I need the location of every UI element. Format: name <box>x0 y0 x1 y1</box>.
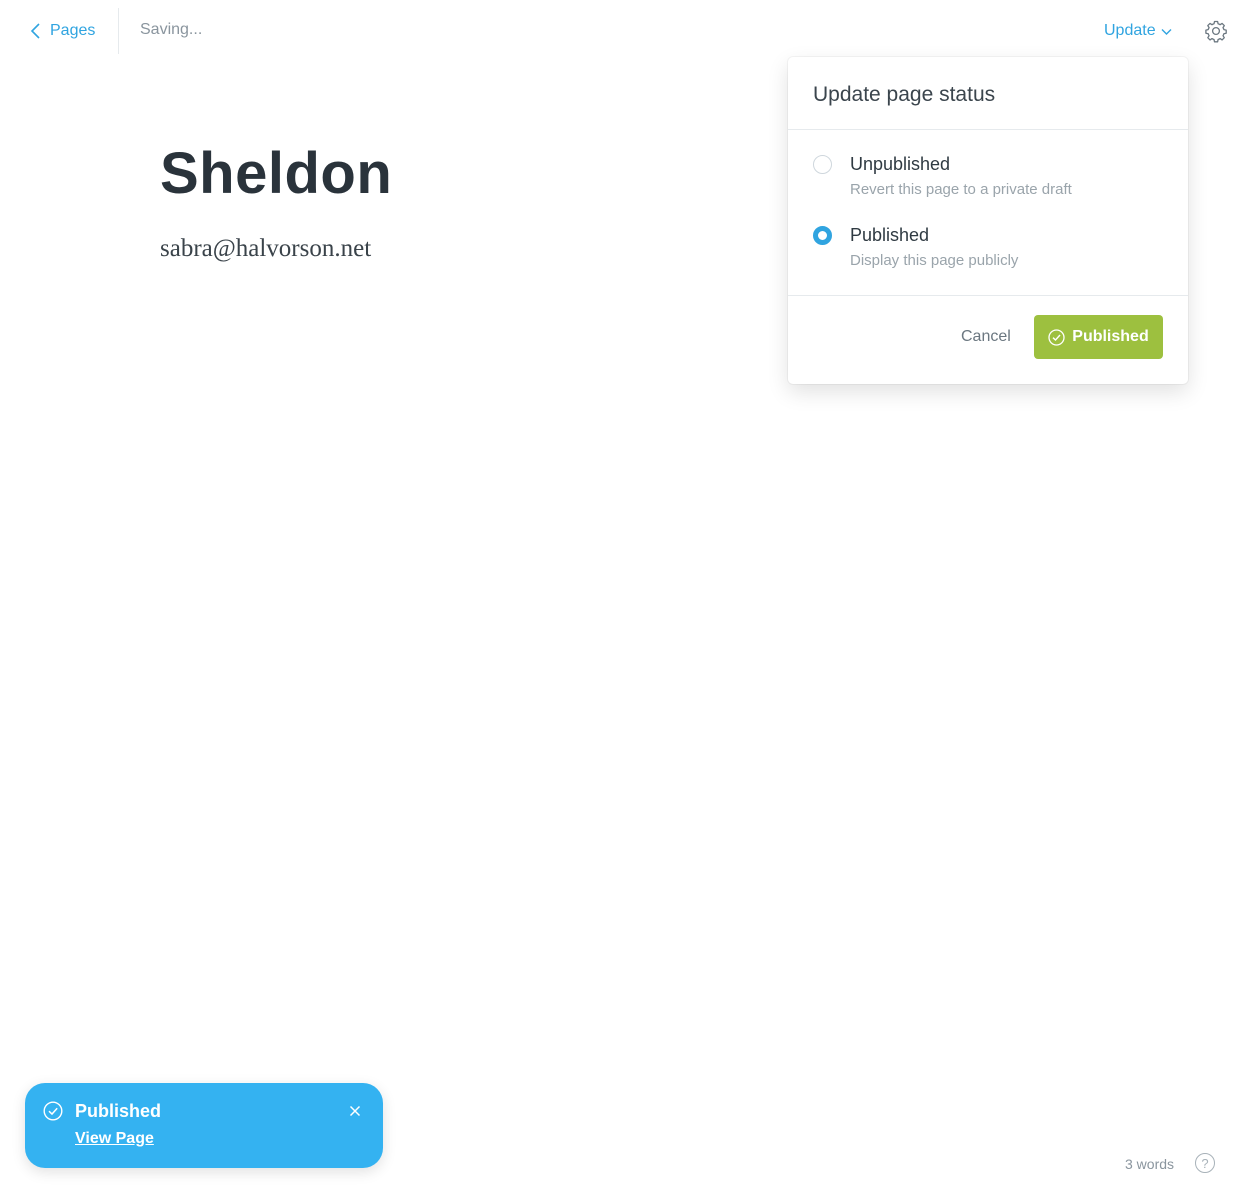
settings-button[interactable] <box>1203 18 1229 44</box>
published-toast: Published View Page <box>25 1083 383 1168</box>
chevron-left-icon <box>30 23 40 39</box>
status-options: Unpublished Revert this page to a privat… <box>788 130 1188 296</box>
help-button[interactable]: ? <box>1195 1153 1215 1173</box>
update-status-popover: Update page status Unpublished Revert th… <box>788 57 1188 384</box>
publish-button-label: Published <box>1072 328 1149 345</box>
publish-button[interactable]: Published <box>1034 315 1163 359</box>
popover-header: Update page status <box>788 57 1188 130</box>
check-circle-icon <box>43 1101 63 1121</box>
back-link-label: Pages <box>50 22 96 39</box>
popover-title: Update page status <box>813 83 996 106</box>
option-description: Revert this page to a private draft <box>850 181 1072 198</box>
editor-page: Pages Saving... Update Sheldon sabra@hal… <box>0 0 1245 1203</box>
save-status: Saving... <box>140 21 203 38</box>
popover-footer: Cancel Published <box>788 296 1188 383</box>
help-icon: ? <box>1201 1155 1209 1171</box>
close-icon[interactable] <box>347 1103 363 1119</box>
radio-published[interactable] <box>813 226 832 245</box>
toast-title: Published <box>75 1101 162 1121</box>
cancel-button[interactable]: Cancel <box>961 328 1011 346</box>
chevron-down-icon <box>1161 29 1172 35</box>
gear-icon <box>1205 20 1227 43</box>
option-description: Display this page publicly <box>850 252 1019 269</box>
radio-unpublished[interactable] <box>813 155 832 174</box>
topbar-divider <box>118 8 119 54</box>
page-body-text[interactable]: sabra@halvorson.net <box>160 235 371 263</box>
update-menu-button[interactable]: Update <box>1104 20 1172 42</box>
check-circle-icon <box>1048 328 1065 346</box>
back-to-pages-link[interactable]: Pages <box>30 20 95 42</box>
option-label: Published <box>850 225 930 245</box>
option-label: Unpublished <box>850 154 951 174</box>
page-title[interactable]: Sheldon <box>160 140 392 207</box>
top-bar: Pages Saving... Update <box>0 0 1245 62</box>
view-page-link[interactable]: View Page <box>75 1130 154 1148</box>
word-count: 3 words <box>1125 1156 1175 1172</box>
update-button-label: Update <box>1104 22 1156 39</box>
